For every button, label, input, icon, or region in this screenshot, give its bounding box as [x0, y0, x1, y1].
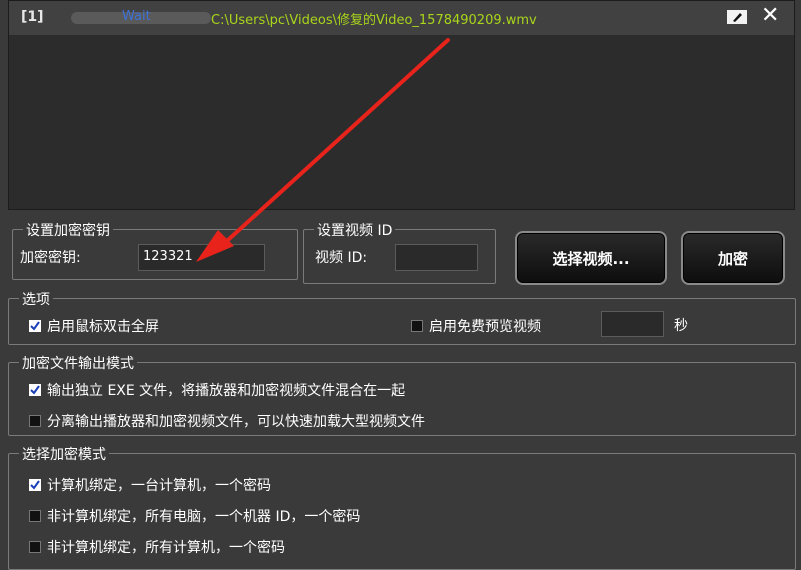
non-bound-all-label: 非计算机绑定，所有计算机，一个密码: [47, 540, 285, 556]
row-file-path: C:\Users\pc\Videos\修复的Video_1578490209.w…: [211, 13, 537, 28]
unchecked-checkbox-icon[interactable]: [29, 541, 41, 553]
non-bound-all-option[interactable]: 非计算机绑定，所有计算机，一个密码: [29, 537, 285, 557]
output-separate-option[interactable]: 分离输出播放器和加密视频文件，可以快速加载大型视频文件: [29, 411, 425, 431]
checked-checkbox-icon[interactable]: [29, 320, 41, 332]
double-click-fullscreen-checkbox[interactable]: 启用鼠标双击全屏: [29, 316, 159, 336]
checked-checkbox-icon[interactable]: [29, 384, 41, 396]
unchecked-checkbox-icon[interactable]: [29, 510, 41, 522]
free-preview-checkbox[interactable]: 启用免费预览视频: [411, 316, 541, 336]
double-click-fullscreen-label: 启用鼠标双击全屏: [47, 319, 159, 335]
free-preview-label: 启用免费预览视频: [429, 319, 541, 335]
key-group-title: 设置加密密钥: [23, 220, 113, 240]
computer-bound-option[interactable]: 计算机绑定，一台计算机，一个密码: [29, 475, 271, 495]
options-group-title: 选项: [19, 289, 53, 309]
encrypt-button[interactable]: 加密: [681, 231, 785, 285]
preview-seconds-input[interactable]: [601, 311, 664, 337]
edit-icon[interactable]: [727, 10, 747, 24]
key-input[interactable]: 123321: [138, 244, 265, 271]
unchecked-checkbox-icon[interactable]: [411, 320, 423, 332]
non-bound-machine-id-option[interactable]: 非计算机绑定，所有电脑，一个机器 ID，一个密码: [29, 506, 360, 526]
output-mode-group-title: 加密文件输出模式: [19, 353, 137, 373]
non-bound-machine-id-label: 非计算机绑定，所有电脑，一个机器 ID，一个密码: [47, 509, 361, 525]
output-separate-label: 分离输出播放器和加密视频文件，可以快速加载大型视频文件: [47, 414, 425, 430]
seconds-unit-label: 秒: [674, 318, 688, 334]
unchecked-checkbox-icon[interactable]: [29, 415, 41, 427]
computer-bound-label: 计算机绑定，一台计算机，一个密码: [47, 478, 271, 494]
video-id-label: 视频 ID:: [315, 250, 368, 266]
output-exe-label: 输出独立 EXE 文件，将播放器和加密视频文件混合在一起: [47, 383, 406, 399]
select-video-button[interactable]: 选择视频...: [515, 231, 667, 285]
file-list[interactable]: [1] Wait C:\Users\pc\Videos\修复的Video_157…: [8, 0, 795, 210]
output-exe-option[interactable]: 输出独立 EXE 文件，将播放器和加密视频文件混合在一起: [29, 380, 405, 400]
key-label: 加密密钥:: [20, 250, 81, 266]
encrypt-mode-group-title: 选择加密模式: [19, 444, 109, 464]
video-id-input[interactable]: [395, 244, 478, 271]
checked-checkbox-icon[interactable]: [29, 479, 41, 491]
row-index: [1]: [21, 9, 44, 25]
close-icon[interactable]: ✕: [761, 5, 779, 27]
file-list-row[interactable]: [1] Wait C:\Users\pc\Videos\修复的Video_157…: [9, 1, 794, 35]
row-status: Wait: [122, 9, 151, 24]
video-id-group-title: 设置视频 ID: [314, 220, 396, 240]
